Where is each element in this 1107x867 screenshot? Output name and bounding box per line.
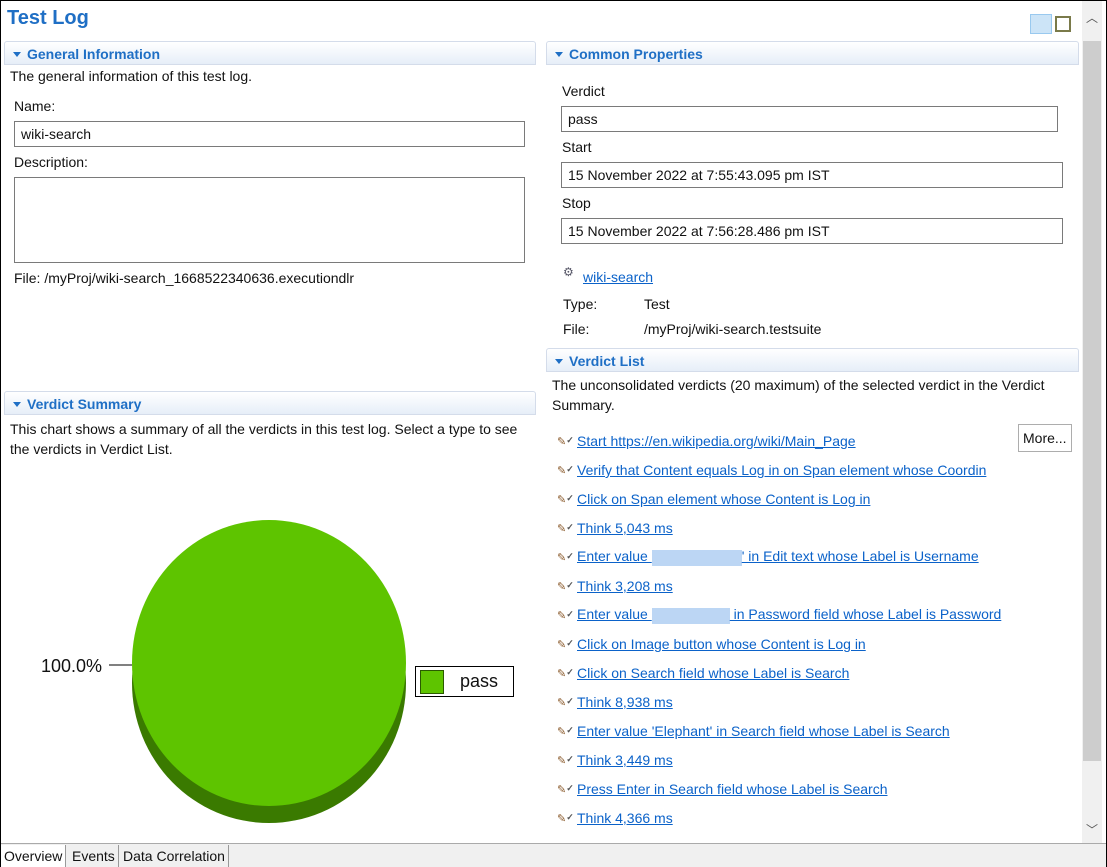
verdict-icon: ✎✓ xyxy=(557,492,574,506)
tab-events[interactable]: Events xyxy=(69,845,119,867)
verdict-item[interactable]: ✎✓ Think 3,208 ms xyxy=(557,576,673,596)
verdict-item[interactable]: ✎✓ Press Enter in Search field whose Labe… xyxy=(557,779,888,799)
verdict-item[interactable]: ✎✓ Click on Image button whose Content is… xyxy=(557,634,866,654)
verdict-link[interactable]: Start https://en.wikipedia.org/wiki/Main… xyxy=(577,433,856,449)
verdict-link[interactable]: Think 5,043 ms xyxy=(577,520,673,536)
verdict-item[interactable]: ✎✓ Think 5,043 ms xyxy=(557,518,673,538)
verdict-icon: ✎✓ xyxy=(557,550,574,564)
verdict-link[interactable]: Click on Span element whose Content is L… xyxy=(577,491,870,507)
verdict-item[interactable]: ✎✓ Verify that Content equals Log in on S… xyxy=(557,460,986,480)
verdict-link[interactable]: Click on Image button whose Content is L… xyxy=(577,636,866,652)
verdict-link[interactable]: Enter value ' in Edit text whose Label i… xyxy=(577,548,979,566)
verdict-icon: ✎✓ xyxy=(557,666,574,680)
verdict-link[interactable]: Click on Search field whose Label is Sea… xyxy=(577,665,849,681)
verdict-item[interactable]: ✎✓ Think 4,366 ms xyxy=(557,808,673,828)
scroll-up-icon[interactable]: ︿ xyxy=(1086,9,1098,26)
verdict-icon: ✎✓ xyxy=(557,637,574,651)
verdict-icon: ✎✓ xyxy=(557,724,574,738)
verdict-link[interactable]: Think 8,938 ms xyxy=(577,694,673,710)
verdict-item[interactable]: ✎✓ Enter value 'Elephant' in Search field… xyxy=(557,721,950,741)
verdict-link[interactable]: Press Enter in Search field whose Label … xyxy=(577,781,888,797)
verdict-icon: ✎✓ xyxy=(557,579,574,593)
tab-overview[interactable]: Overview xyxy=(1,845,67,867)
verdict-item[interactable]: ✎✓ Think 3,449 ms xyxy=(557,750,673,770)
verdict-link[interactable]: Think 4,366 ms xyxy=(577,810,673,826)
verdict-link[interactable]: Enter value in Password field whose Labe… xyxy=(577,606,1001,624)
verdict-link[interactable]: Enter value 'Elephant' in Search field w… xyxy=(577,723,950,739)
verdict-item[interactable]: ✎✓ Click on Search field whose Label is S… xyxy=(557,663,849,683)
verdict-item[interactable]: ✎✓ Start https://en.wikipedia.org/wiki/Ma… xyxy=(557,431,856,451)
verdict-icon: ✎✓ xyxy=(557,434,574,448)
verdict-link[interactable]: Think 3,449 ms xyxy=(577,752,673,768)
redacted-value xyxy=(651,549,742,566)
verdict-link[interactable]: Verify that Content equals Log in on Spa… xyxy=(577,462,986,478)
verdict-item[interactable]: ✎✓ Think 8,938 ms xyxy=(557,692,673,712)
tab-data-correlation[interactable]: Data Correlation xyxy=(120,845,229,867)
verdict-item[interactable]: ✎✓ Click on Span element whose Content is… xyxy=(557,489,870,509)
verdict-icon: ✎✓ xyxy=(557,695,574,709)
verdict-icon: ✎✓ xyxy=(557,608,574,622)
verdict-icon: ✎✓ xyxy=(557,463,574,477)
verdict-icon: ✎✓ xyxy=(557,521,574,535)
verdict-icon: ✎✓ xyxy=(557,753,574,767)
verdict-icon: ✎✓ xyxy=(557,782,574,796)
verdict-icon: ✎✓ xyxy=(557,811,574,825)
redacted-value xyxy=(651,607,730,624)
verdict-item[interactable]: ✎✓ Enter value ' in Edit text whose Label… xyxy=(557,547,979,567)
verdict-link[interactable]: Think 3,208 ms xyxy=(577,578,673,594)
scroll-down-icon[interactable]: ﹀ xyxy=(1086,821,1098,838)
verdict-item[interactable]: ✎✓ Enter value in Password field whose La… xyxy=(557,605,1001,625)
scrollbar-thumb[interactable] xyxy=(1083,41,1101,761)
